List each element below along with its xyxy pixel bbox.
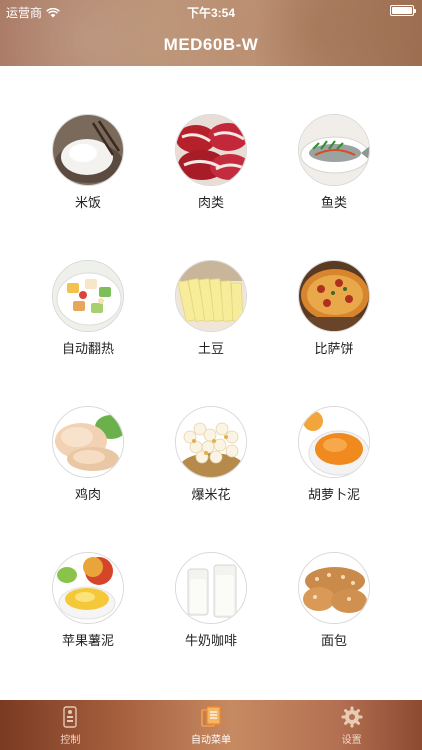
menu-item-chicken[interactable]: 鸡肉: [28, 406, 148, 516]
menu-item-pizza[interactable]: 比萨饼: [274, 260, 394, 370]
menu-item-label: 爆米花: [191, 487, 231, 502]
fish-image: [298, 114, 370, 186]
gear-icon: [341, 706, 363, 728]
top-bar: 运营商 下午3:54 MED60B-W: [0, 0, 422, 66]
tab-control[interactable]: 控制: [0, 700, 141, 750]
menu-item-rice[interactable]: 米饭: [28, 114, 148, 224]
tab-label: 控制: [60, 735, 81, 746]
battery-icon: [390, 5, 416, 16]
rice-image: [52, 114, 124, 186]
chicken-image: [52, 406, 124, 478]
potato-image: [175, 260, 247, 332]
menu-item-label: 苹果薯泥: [61, 633, 114, 648]
menu-item-label: 自动翻热: [61, 341, 114, 356]
apple-puree-image: [52, 552, 124, 624]
menu-item-fish[interactable]: 鱼类: [274, 114, 394, 224]
menu-item-meat[interactable]: 肉类: [151, 114, 271, 224]
tab-label: 自动菜单: [191, 735, 231, 746]
menu-item-label: 胡萝卜泥: [307, 487, 360, 502]
status-time: 下午3:54: [186, 6, 236, 20]
menu-item-bread[interactable]: 面包: [274, 552, 394, 662]
menu-item-label: 面包: [320, 633, 347, 648]
popcorn-image: [175, 406, 247, 478]
reheat-image: [52, 260, 124, 332]
carrot-puree-image: [298, 406, 370, 478]
tab-label: 设置: [341, 735, 362, 746]
tab-settings[interactable]: 设置: [281, 700, 422, 750]
tab-auto-menu[interactable]: 自动菜单: [141, 700, 282, 750]
page-title: MED60B-W: [163, 35, 259, 54]
menu-item-milk-coffee[interactable]: 牛奶咖啡: [151, 552, 271, 662]
meat-image: [175, 114, 247, 186]
menu-item-carrot-puree[interactable]: 胡萝卜泥: [274, 406, 394, 516]
remote-icon: [59, 706, 81, 728]
menu-item-reheat[interactable]: 自动翻热: [28, 260, 148, 370]
tab-bar: 控制 自动菜单 设置: [0, 700, 422, 750]
auto-menu-grid: 米饭 肉类 鱼类 自动翻热 土豆 比萨饼 鸡肉 爆米花 胡萝卜泥 苹果薯泥 牛奶…: [0, 66, 422, 700]
menu-item-apple-puree[interactable]: 苹果薯泥: [28, 552, 148, 662]
menu-item-label: 肉类: [197, 195, 224, 210]
menu-item-label: 牛奶咖啡: [184, 633, 237, 648]
menu-item-label: 米饭: [74, 195, 101, 210]
pizza-image: [298, 260, 370, 332]
menu-book-icon: [200, 706, 222, 728]
menu-item-label: 比萨饼: [314, 341, 354, 356]
menu-item-popcorn[interactable]: 爆米花: [151, 406, 271, 516]
bread-image: [298, 552, 370, 624]
status-bar: 运营商 下午3:54: [0, 0, 422, 22]
menu-item-label: 土豆: [197, 341, 224, 356]
menu-item-potato[interactable]: 土豆: [151, 260, 271, 370]
milk-coffee-image: [175, 552, 247, 624]
menu-item-label: 鸡肉: [74, 487, 101, 502]
menu-item-label: 鱼类: [320, 195, 347, 210]
